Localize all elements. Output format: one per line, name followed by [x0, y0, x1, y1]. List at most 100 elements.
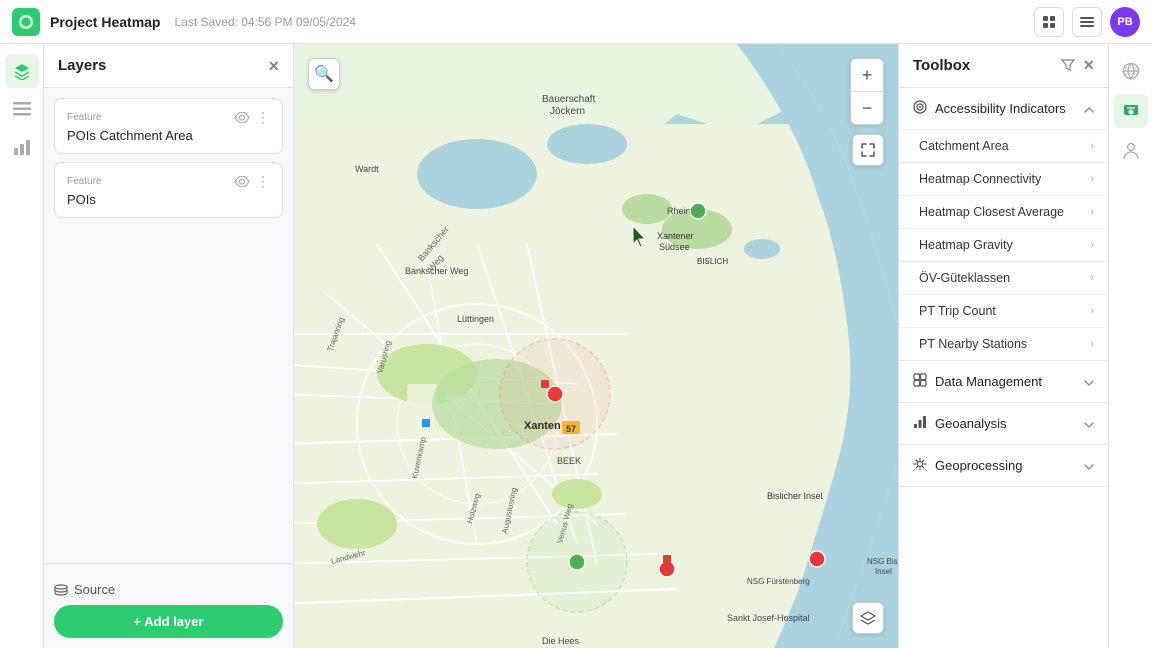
svg-text:Bislicher Insel: Bislicher Insel	[767, 491, 823, 501]
layer-type-label-catchment: Feature	[67, 112, 101, 123]
toolbox-section-accessibility: Accessibility Indicators Catchment Area …	[899, 88, 1108, 361]
svg-text:BISLICH: BISLICH	[697, 257, 728, 266]
topbar: Project Heatmap Last Saved: 04:56 PM 09/…	[0, 0, 1152, 44]
menu-icon-button[interactable]	[1072, 7, 1102, 37]
layer-visibility-icon-pois[interactable]	[234, 174, 250, 190]
catchment-area-label: Catchment Area	[919, 139, 1009, 153]
layer-card-pois: Feature ⋮ POIs	[54, 162, 283, 218]
layers-list: Feature ⋮ POIs Catchment Area	[44, 88, 293, 563]
layer-more-icon-pois[interactable]: ⋮	[256, 173, 270, 190]
map-layers-button[interactable]	[852, 602, 884, 634]
pt-nearby-stations-chevron: ›	[1090, 338, 1094, 350]
source-label: Source	[74, 582, 115, 597]
layer-title-pois: POIs	[67, 192, 270, 207]
layer-icons-pois: ⋮	[234, 173, 270, 190]
data-management-section-icon	[913, 373, 927, 390]
toolbox-section-header-data[interactable]: Data Management	[899, 361, 1108, 402]
zoom-out-button[interactable]: −	[851, 92, 883, 124]
svg-text:Xantener: Xantener	[657, 231, 694, 241]
svg-text:NSG Bislicher: NSG Bislicher	[867, 557, 898, 566]
toolbox-close-button[interactable]: ×	[1083, 55, 1094, 76]
accessibility-section-items: Catchment Area › Heatmap Connectivity › …	[899, 129, 1108, 360]
layer-title-catchment: POIs Catchment Area	[67, 128, 270, 143]
layers-panel-header: Layers ×	[44, 44, 293, 88]
layer-more-icon-catchment[interactable]: ⋮	[256, 109, 270, 126]
svg-text:Die Hees: Die Hees	[542, 636, 580, 646]
toolbox-content: Accessibility Indicators Catchment Area …	[899, 88, 1108, 648]
toolbox-item-heatmap-connectivity[interactable]: Heatmap Connectivity ›	[899, 162, 1108, 195]
layer-card-pois-catchment: Feature ⋮ POIs Catchment Area	[54, 98, 283, 154]
accessibility-section-label: Accessibility Indicators	[935, 101, 1066, 116]
source-row: Source	[54, 574, 283, 605]
toolbox-header: Toolbox ×	[899, 44, 1108, 88]
layers-panel: Layers × Feature ⋮	[44, 44, 294, 648]
svg-text:Insel: Insel	[875, 567, 892, 576]
layer-card-top-catchment: Feature ⋮	[67, 109, 270, 126]
svg-text:Südsee: Südsee	[659, 242, 690, 252]
person-icon-button[interactable]	[1114, 134, 1148, 168]
map-area[interactable]: 57 Xanten Bauerschaft Jöckern Wardt Bank…	[294, 44, 898, 648]
list-nav-icon[interactable]	[5, 92, 39, 126]
toolbox-section-data-management: Data Management	[899, 361, 1108, 403]
toolbox-section-header-accessibility[interactable]: Accessibility Indicators	[899, 88, 1108, 129]
add-layer-button[interactable]: + Add layer	[54, 605, 283, 638]
globe-icon-button[interactable]	[1114, 54, 1148, 88]
accessibility-section-toggle	[1084, 102, 1094, 116]
map-controls: 🔍	[308, 58, 340, 90]
geoprocessing-section-label: Geoprocessing	[935, 458, 1022, 473]
heatmap-connectivity-label: Heatmap Connectivity	[919, 172, 1041, 186]
accessibility-section-icon	[913, 100, 927, 117]
ov-guteklassen-chevron: ›	[1090, 272, 1094, 284]
layer-visibility-icon-catchment[interactable]	[234, 110, 250, 126]
chart-nav-icon[interactable]	[5, 130, 39, 164]
heatmap-closest-label: Heatmap Closest Average	[919, 205, 1064, 219]
layers-nav-icon[interactable]	[5, 54, 39, 88]
toolbox-panel: Toolbox ×	[898, 44, 1108, 648]
toolbox-item-heatmap-closest[interactable]: Heatmap Closest Average ›	[899, 195, 1108, 228]
left-icon-sidebar	[0, 44, 44, 648]
svg-text:Bauerschaft: Bauerschaft	[542, 94, 596, 105]
map-expand-button[interactable]	[852, 134, 884, 166]
zoom-in-button[interactable]: +	[851, 59, 883, 91]
toolbox-item-catchment-area[interactable]: Catchment Area ›	[899, 129, 1108, 162]
geoanalysis-section-label: Geoanalysis	[935, 416, 1007, 431]
ov-guteklassen-label: ÖV-Güteklassen	[919, 271, 1010, 285]
main-area: Layers × Feature ⋮	[0, 44, 1152, 648]
layers-panel-title: Layers	[58, 57, 106, 74]
svg-text:NSG Fürstenberg: NSG Fürstenberg	[747, 577, 810, 586]
topbar-icons: PB	[1034, 7, 1140, 37]
search-map-button[interactable]: 🔍	[308, 58, 340, 90]
data-management-section-label: Data Management	[935, 374, 1042, 389]
svg-text:Wardt: Wardt	[355, 164, 379, 174]
geoprocessing-section-icon	[913, 457, 927, 474]
map-svg: 57 Xanten Bauerschaft Jöckern Wardt Bank…	[294, 44, 898, 648]
heatmap-gravity-chevron: ›	[1090, 239, 1094, 251]
layer-icons-catchment: ⋮	[234, 109, 270, 126]
layers-active-icon-button[interactable]	[1114, 94, 1148, 128]
toolbox-item-pt-trip-count[interactable]: PT Trip Count ›	[899, 294, 1108, 327]
geoprocessing-section-toggle	[1084, 459, 1094, 473]
toolbox-section-header-geoprocessing[interactable]: Geoprocessing	[899, 445, 1108, 486]
grid-icon-button[interactable]	[1034, 7, 1064, 37]
map-zoom-controls: + −	[850, 58, 884, 125]
svg-text:Lüttingen: Lüttingen	[457, 314, 494, 324]
toolbox-item-pt-nearby-stations[interactable]: PT Nearby Stations ›	[899, 327, 1108, 360]
layers-footer: Source + Add layer	[44, 563, 293, 648]
toolbox-filter-icon[interactable]	[1061, 58, 1075, 74]
toolbox-section-geoanalysis: Geoanalysis	[899, 403, 1108, 445]
pt-trip-count-chevron: ›	[1090, 305, 1094, 317]
add-layer-label: + Add layer	[134, 614, 204, 629]
toolbox-section-header-geoanalysis[interactable]: Geoanalysis	[899, 403, 1108, 444]
toolbox-item-heatmap-gravity[interactable]: Heatmap Gravity ›	[899, 228, 1108, 261]
user-avatar[interactable]: PB	[1110, 7, 1140, 37]
heatmap-closest-chevron: ›	[1090, 206, 1094, 218]
geoanalysis-section-toggle	[1084, 417, 1094, 431]
layers-panel-close[interactable]: ×	[268, 57, 279, 75]
toolbox-title: Toolbox	[913, 57, 970, 74]
toolbox-item-ov-guteklassen[interactable]: ÖV-Güteklassen ›	[899, 261, 1108, 294]
catchment-area-chevron: ›	[1090, 140, 1094, 152]
svg-text:Sankt Josef-Hospital: Sankt Josef-Hospital	[727, 613, 810, 623]
last-saved: Last Saved: 04:56 PM 09/05/2024	[174, 15, 355, 29]
heatmap-gravity-label: Heatmap Gravity	[919, 238, 1013, 252]
toolbox-section-geoprocessing: Geoprocessing	[899, 445, 1108, 487]
